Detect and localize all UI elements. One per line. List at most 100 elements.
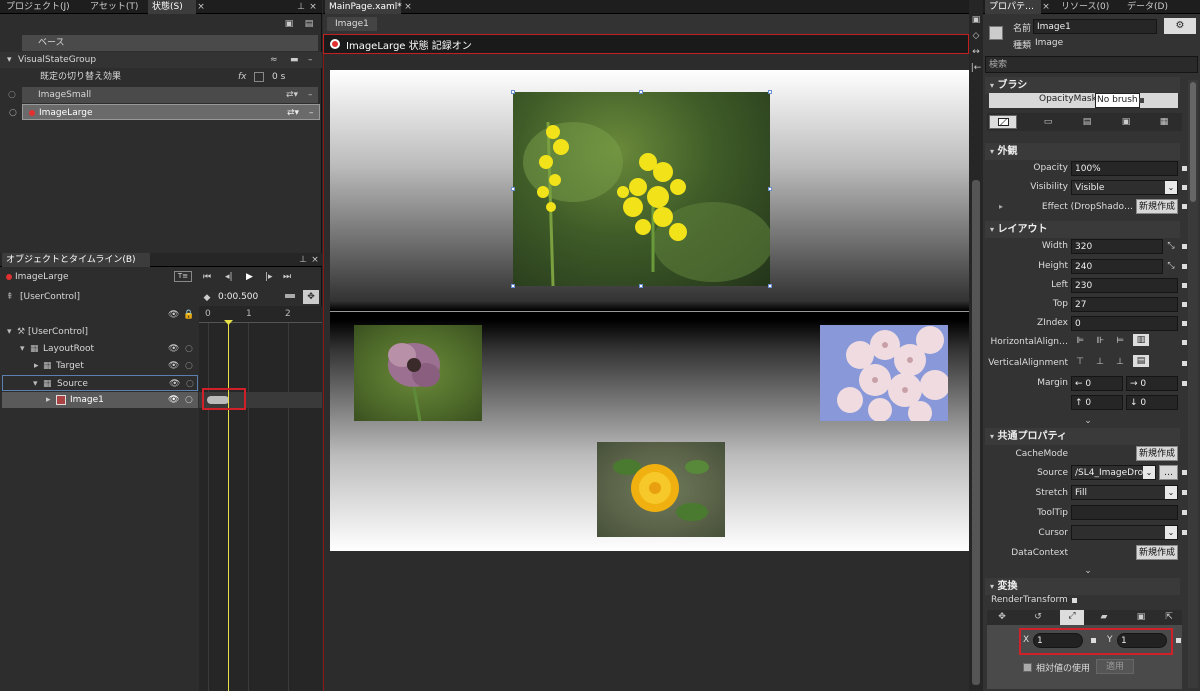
- preview-icon[interactable]: ▤: [303, 18, 315, 30]
- collapse-icon[interactable]: ▾: [990, 582, 994, 591]
- selection-handle[interactable]: [511, 90, 515, 94]
- visibility-eye-icon[interactable]: 👁: [168, 358, 179, 374]
- advanced-options-marker[interactable]: [1182, 530, 1187, 535]
- transition-icon[interactable]: ≈: [270, 52, 278, 68]
- timeline-menu-icon[interactable]: T≡: [174, 271, 192, 282]
- split-view-icon[interactable]: ◇: [970, 30, 982, 42]
- lock-dot-icon[interactable]: ○: [186, 376, 194, 392]
- align-vstretch-icon[interactable]: ▤: [1133, 355, 1149, 367]
- top-field[interactable]: 27: [1071, 297, 1178, 312]
- visibility-dropdown[interactable]: Visible ⌄: [1071, 180, 1178, 195]
- selection-handle[interactable]: [639, 284, 643, 288]
- properties-scrollbar[interactable]: [1188, 80, 1198, 688]
- vertical-scrollbar[interactable]: [972, 180, 980, 685]
- tab-resources[interactable]: リソース(0): [1057, 0, 1113, 14]
- document-tab[interactable]: MainPage.xaml*: [325, 0, 402, 14]
- arrow-icon[interactable]: ↔: [970, 46, 982, 58]
- advanced-options-marker[interactable]: [1182, 166, 1187, 171]
- gradient-brush-icon[interactable]: ▤: [1080, 116, 1094, 128]
- lock-dot-icon[interactable]: ○: [185, 392, 193, 408]
- center-point-icon[interactable]: ▣: [1134, 611, 1148, 623]
- advanced-options-marker[interactable]: [1182, 302, 1187, 307]
- lock-dot-icon[interactable]: ○: [185, 358, 193, 374]
- opacitymask-row[interactable]: OpacityMask No brush: [989, 93, 1178, 108]
- auto-size-icon[interactable]: ⤡: [1165, 240, 1177, 252]
- show-more-icon[interactable]: ⌄: [1081, 415, 1095, 427]
- selection-handle[interactable]: [639, 90, 643, 94]
- relative-checkbox[interactable]: [1023, 663, 1032, 672]
- expand-icon[interactable]: ▾: [33, 376, 38, 392]
- expand-icon[interactable]: ▸: [34, 358, 39, 374]
- margin-top-field[interactable]: ↑ 0: [1071, 395, 1123, 410]
- advanced-options-marker[interactable]: [1182, 340, 1187, 345]
- next-frame-icon[interactable]: |▸: [265, 272, 273, 282]
- browse-button[interactable]: …: [1159, 465, 1178, 480]
- align-right-icon[interactable]: ⊨: [1113, 335, 1127, 347]
- align-top-icon[interactable]: ⊤: [1073, 356, 1087, 368]
- timeline-area[interactable]: 0 1 2: [199, 306, 322, 691]
- chevron-down-icon[interactable]: ⌄: [1165, 526, 1177, 539]
- selection-handle[interactable]: [511, 284, 515, 288]
- advanced-options-marker[interactable]: [1182, 470, 1187, 475]
- state-row-imagelarge[interactable]: ○ ImageLarge ⇄▾ –: [9, 104, 320, 120]
- pin-icon[interactable]: ⊥: [296, 1, 306, 13]
- sakura-photo[interactable]: [820, 325, 948, 421]
- sunflower-photo[interactable]: [597, 442, 725, 537]
- lock-dot-icon[interactable]: ○: [185, 341, 193, 357]
- breadcrumb[interactable]: Image1: [327, 17, 377, 31]
- layout-section-header[interactable]: ▾ レイアウト: [985, 221, 1180, 238]
- image1-photo[interactable]: [513, 92, 770, 286]
- advanced-options-marker[interactable]: [1182, 361, 1187, 366]
- easing-icon[interactable]: fx: [238, 69, 247, 85]
- expand-icon[interactable]: ▸: [46, 392, 51, 408]
- scroll-thumb[interactable]: [1190, 82, 1196, 202]
- poppy-photo[interactable]: [354, 325, 482, 421]
- fit-icon[interactable]: |←: [970, 62, 982, 74]
- chevron-down-icon[interactable]: ⌄: [1165, 181, 1177, 194]
- artboard-view-icon[interactable]: ▣: [970, 14, 982, 26]
- advanced-options-marker[interactable]: [1182, 185, 1187, 190]
- visibility-eye-icon[interactable]: 👁: [168, 341, 179, 357]
- name-field[interactable]: Image1: [1033, 19, 1157, 34]
- margin-left-field[interactable]: ← 0: [1071, 376, 1123, 391]
- tab-data[interactable]: データ(D): [1123, 0, 1172, 14]
- width-field[interactable]: 320: [1071, 239, 1163, 254]
- chevron-down-icon[interactable]: ⌄: [1165, 486, 1177, 499]
- close-panel-icon[interactable]: ×: [310, 254, 320, 266]
- common-section-header[interactable]: ▾ 共通プロパティ: [985, 428, 1180, 445]
- cursor-dropdown[interactable]: ⌄: [1071, 525, 1178, 540]
- advanced-options-marker[interactable]: [1182, 204, 1187, 209]
- transform-section-header[interactable]: ▾ 変換: [985, 578, 1180, 595]
- search-field[interactable]: 検索: [985, 56, 1198, 73]
- advanced-options-marker[interactable]: [1182, 283, 1187, 288]
- selection-handle[interactable]: [768, 187, 772, 191]
- time-display[interactable]: 0:00.500: [218, 292, 258, 302]
- tab-states[interactable]: 状態(S): [148, 0, 196, 14]
- auto-size-icon[interactable]: ⤡: [1165, 260, 1177, 272]
- apply-button[interactable]: 適用: [1096, 659, 1134, 674]
- play-icon[interactable]: ▶: [246, 272, 253, 282]
- snap-icon[interactable]: ✥: [303, 290, 319, 304]
- state-remove-icon[interactable]: –: [308, 87, 313, 103]
- state-row-imagesmall[interactable]: ○ ImageSmall ⇄▾ –: [8, 87, 318, 103]
- default-transition-value[interactable]: 0 s: [272, 69, 285, 85]
- tab-assets[interactable]: アセット(T): [86, 0, 142, 14]
- scale-icon[interactable]: ⤢: [1060, 610, 1084, 625]
- expand-icon[interactable]: ▾: [20, 341, 25, 357]
- pin-icon[interactable]: ⊥: [298, 254, 308, 266]
- first-frame-icon[interactable]: ⏮: [203, 272, 211, 282]
- advanced-options-marker[interactable]: [1182, 244, 1187, 249]
- cachemode-new-button[interactable]: 新規作成: [1136, 446, 1178, 461]
- datacontext-new-button[interactable]: 新規作成: [1136, 545, 1178, 560]
- show-more-icon[interactable]: ⌄: [1081, 565, 1095, 577]
- align-stretch-icon[interactable]: ▥: [1133, 334, 1149, 346]
- add-state-icon[interactable]: ▬: [290, 52, 299, 68]
- tab-properties[interactable]: プロパテ…: [985, 0, 1041, 14]
- collapse-icon[interactable]: ▾: [990, 81, 994, 90]
- expand-icon[interactable]: ▾: [7, 52, 12, 68]
- left-field[interactable]: 230: [1071, 278, 1178, 293]
- scope-up-icon[interactable]: ⇞: [6, 289, 14, 305]
- record-icon[interactable]: [330, 39, 340, 49]
- eye-header-icon[interactable]: 👁: [168, 310, 179, 320]
- expand-icon[interactable]: ▾: [7, 324, 12, 340]
